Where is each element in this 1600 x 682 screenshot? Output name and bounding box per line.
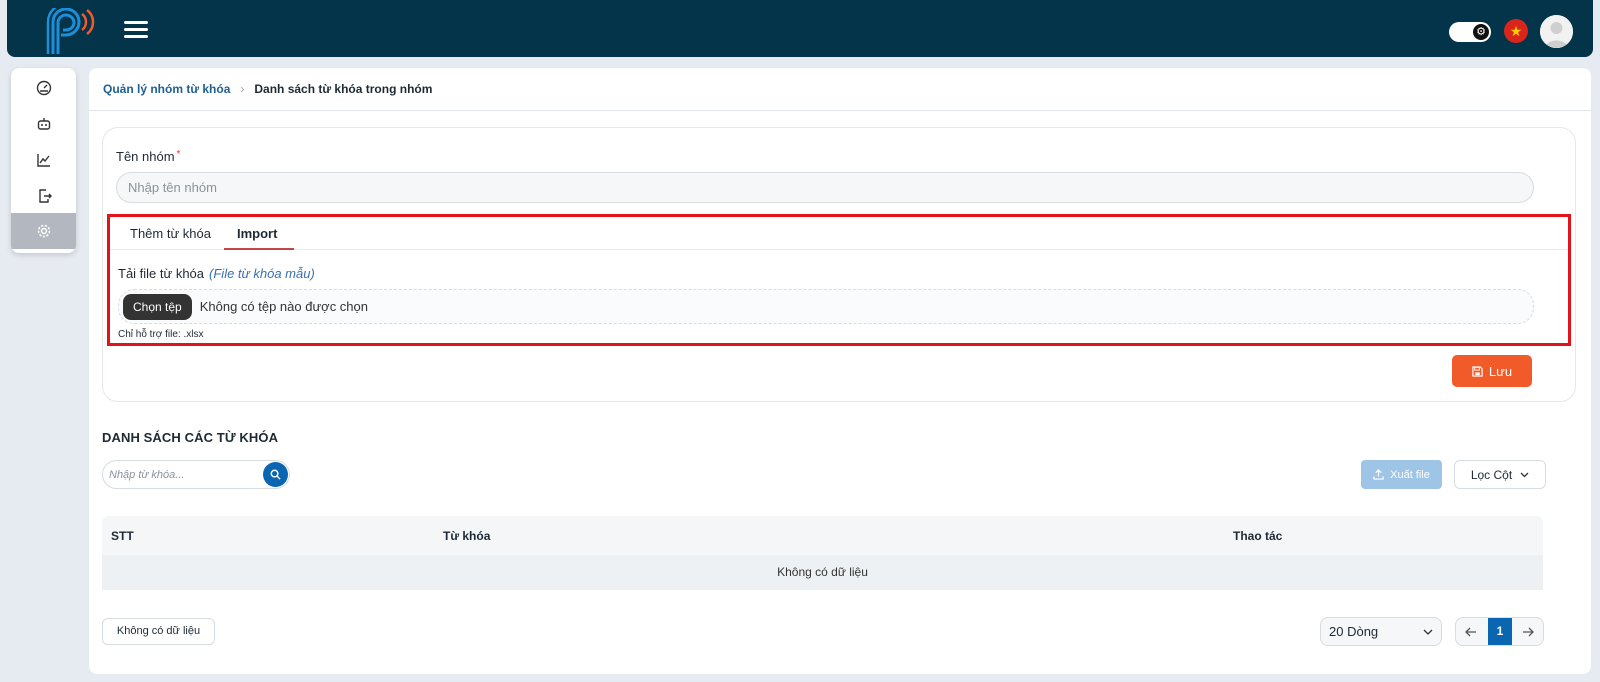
save-button-label: Lưu bbox=[1488, 363, 1513, 379]
search-button[interactable] bbox=[263, 462, 288, 487]
breadcrumb: Quản lý nhóm từ khóa › Danh sách từ khóa… bbox=[103, 82, 432, 96]
page-number-current[interactable]: 1 bbox=[1488, 618, 1512, 645]
keyword-search-input[interactable] bbox=[109, 466, 259, 484]
export-file-label: Xuất file bbox=[1390, 468, 1430, 481]
active-tab-indicator bbox=[224, 248, 294, 250]
sidebar-item-robot[interactable] bbox=[11, 106, 76, 142]
floppy-disk-icon bbox=[1472, 365, 1483, 377]
column-header-keyword[interactable]: Từ khóa bbox=[443, 529, 490, 543]
breadcrumb-parent-link[interactable]: Quản lý nhóm từ khóa bbox=[103, 82, 230, 96]
arrow-left-icon bbox=[1465, 627, 1476, 636]
theme-toggle[interactable]: ⚙ bbox=[1449, 22, 1491, 42]
group-name-label-text: Tên nhóm bbox=[116, 149, 175, 164]
table-empty-row: Không có dữ liệu bbox=[102, 555, 1543, 590]
tab-import[interactable]: Import bbox=[237, 226, 277, 241]
sidebar-item-settings[interactable] bbox=[11, 213, 76, 249]
user-avatar-icon[interactable] bbox=[1540, 15, 1573, 48]
table-header: STT Từ khóa Thao tác bbox=[102, 516, 1543, 555]
record-count: Không có dữ liệu bbox=[102, 618, 215, 645]
vietnam-flag-icon[interactable]: ★ bbox=[1504, 19, 1528, 43]
required-mark: * bbox=[176, 149, 181, 160]
sidebar-item-analytics[interactable] bbox=[11, 142, 76, 178]
upload-label: Tải file từ khóa (File từ khóa mẫu) bbox=[118, 266, 315, 281]
sample-file-link[interactable]: (File từ khóa mẫu) bbox=[209, 266, 315, 281]
chart-line-icon bbox=[36, 154, 50, 167]
upload-icon bbox=[1373, 469, 1384, 480]
tab-add-keyword[interactable]: Thêm từ khóa bbox=[130, 226, 211, 241]
pagination: 1 bbox=[1455, 617, 1544, 646]
dashboard-icon bbox=[36, 80, 51, 96]
keyword-list-title: DANH SÁCH CÁC TỪ KHÓA bbox=[102, 430, 279, 445]
tab-bar: Thêm từ khóa Import bbox=[110, 217, 1568, 250]
previous-page-button[interactable] bbox=[1456, 618, 1486, 645]
column-filter-label: Lọc Cột bbox=[1470, 467, 1513, 482]
hamburger-icon[interactable] bbox=[124, 21, 148, 39]
sidebar-item-dashboard[interactable] bbox=[11, 70, 76, 106]
robot-icon bbox=[37, 118, 50, 130]
search-icon bbox=[270, 469, 281, 480]
sidebar-item-export[interactable] bbox=[11, 178, 76, 214]
column-header-actions: Thao tác bbox=[1233, 529, 1283, 543]
divider bbox=[89, 110, 1591, 111]
group-form-card: Tên nhóm* Thêm từ khóa Import Tải file t… bbox=[102, 127, 1576, 402]
upload-label-text: Tải file từ khóa bbox=[118, 266, 205, 281]
gear-icon bbox=[37, 224, 50, 238]
export-file-icon bbox=[38, 189, 52, 203]
chevron-down-icon bbox=[1520, 472, 1529, 477]
import-section: Thêm từ khóa Import Tải file từ khóa (Fil… bbox=[107, 214, 1571, 346]
logo-icon[interactable] bbox=[45, 2, 97, 56]
gear-icon: ⚙ bbox=[1473, 24, 1489, 40]
arrow-right-icon bbox=[1523, 627, 1534, 636]
page-size-value: 20 Dòng bbox=[1329, 624, 1379, 639]
choose-file-button[interactable]: Chọn tệp bbox=[123, 293, 192, 320]
file-input[interactable]: Chọn tệp Không có tệp nào được chọn bbox=[118, 289, 1534, 324]
no-file-text: Không có tệp nào được chọn bbox=[199, 299, 368, 314]
chevron-down-icon bbox=[1423, 629, 1433, 635]
column-header-stt[interactable]: STT bbox=[111, 529, 134, 543]
main-panel: Quản lý nhóm từ khóa › Danh sách từ khóa… bbox=[89, 68, 1591, 674]
keyword-search bbox=[102, 460, 290, 489]
save-button[interactable]: Lưu bbox=[1452, 355, 1532, 387]
next-page-button[interactable] bbox=[1513, 618, 1543, 645]
group-name-label: Tên nhóm * bbox=[116, 149, 180, 164]
export-file-button[interactable]: Xuất file bbox=[1361, 460, 1442, 489]
page-size-select[interactable]: 20 Dòng bbox=[1320, 617, 1442, 646]
group-name-input[interactable] bbox=[116, 172, 1534, 203]
support-note: Chỉ hỗ trợ file: .xlsx bbox=[118, 329, 204, 340]
top-navbar: ⚙ ★ bbox=[7, 0, 1593, 57]
column-filter-button[interactable]: Lọc Cột bbox=[1454, 460, 1546, 489]
chevron-right-icon: › bbox=[240, 82, 245, 96]
breadcrumb-current: Danh sách từ khóa trong nhóm bbox=[254, 82, 433, 96]
sidebar bbox=[11, 68, 76, 253]
